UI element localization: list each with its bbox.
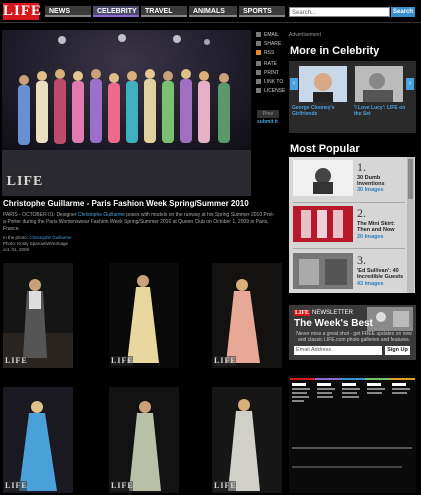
carousel-next-button[interactable]: › (406, 78, 414, 90)
rss-icon (256, 50, 261, 56)
share-print-label: PRINT (264, 70, 279, 76)
star-icon (256, 61, 261, 67)
thumbnail-1[interactable]: LIFE (3, 263, 73, 368)
footer-column-3 (342, 383, 364, 441)
signup-button[interactable]: Sign Up (385, 346, 410, 355)
share-rss[interactable]: RSS (256, 49, 274, 58)
divider (293, 248, 405, 249)
desc-text-1: PARIS - OCTOBER 01: Designer (3, 212, 78, 218)
most-popular-title: Most Popular (290, 143, 360, 155)
thumbnail-watermark: LIFE (5, 356, 28, 366)
share-icon (256, 41, 261, 47)
thumbnail-6[interactable]: LIFE (212, 387, 282, 493)
footer-column-1 (292, 383, 314, 441)
popular-title: The Mini Skirt: Then and Now (357, 221, 395, 233)
footer-column-5 (392, 383, 414, 441)
newsletter-image (367, 307, 413, 331)
share-rate-label: RATE (264, 61, 277, 67)
popular-item-2[interactable]: 2. The Mini Skirt: Then and Now 20 Image… (293, 206, 405, 244)
in-photo-label: In the photo: (3, 235, 30, 240)
license-icon (256, 88, 261, 94)
more-in-celebrity-title: More in Celebrity (290, 45, 380, 57)
popular-rank: 1. (357, 160, 366, 174)
share-link[interactable]: LINK TO (256, 78, 283, 87)
photo-date: oct. 01, 2009 (3, 247, 30, 252)
share-share-label: SHARE (264, 41, 282, 47)
share-email-label: EMAIL (264, 32, 280, 38)
in-photo-line: In the photo: Christophe Guillarme (3, 235, 72, 240)
footer-column-2 (317, 383, 339, 441)
thumbnail-watermark: LIFE (214, 481, 237, 491)
link-icon (256, 79, 261, 85)
more-thumb-1[interactable] (299, 66, 347, 102)
more-caption-2[interactable]: 'I Love Lucy': LIFE on the Set (354, 105, 414, 117)
newsletter-logo: LIFE (294, 310, 311, 316)
popular-count: 30 Images (357, 187, 384, 193)
prev-button[interactable]: Prev (257, 110, 279, 118)
nav-tab-travel[interactable]: TRAVEL (141, 6, 187, 17)
photo-credit: Photo: Kristy Sparow/WireImage (3, 241, 69, 246)
thumbnail-watermark: LIFE (5, 481, 28, 491)
photo-description: PARIS - OCTOBER 01: Designer Christophe … (3, 212, 278, 233)
thumbnail-watermark: LIFE (111, 356, 134, 366)
email-icon (256, 32, 261, 38)
share-link-label: LINK TO (264, 79, 284, 85)
share-print[interactable]: PRINT (256, 69, 279, 78)
photo-title: Christophe Guillarme - Paris Fashion Wee… (3, 199, 249, 208)
advertisement-label: Advertisement (289, 32, 321, 38)
popular-count: 43 Images (357, 281, 384, 287)
thumbnail-3[interactable]: LIFE (212, 263, 282, 368)
search-input[interactable]: Search... (289, 7, 390, 17)
footer-colorbar (290, 378, 415, 380)
nav-tab-celebrity[interactable]: CELEBRITY (93, 6, 139, 17)
nav-tab-news[interactable]: NEWS (45, 6, 91, 17)
submit-link[interactable]: submit it (257, 119, 278, 125)
share-license[interactable]: LICENSE (256, 87, 285, 96)
thumbnail-2[interactable]: LIFE (109, 263, 179, 368)
footer-legal-line (292, 447, 412, 449)
popular-title: 'Ed Sullivan': 40 Incredible Guests (357, 268, 404, 280)
thumbnail-watermark: LIFE (214, 356, 237, 366)
share-rate[interactable]: RATE (256, 60, 277, 69)
nav-tab-sports[interactable]: SPORTS (239, 6, 285, 17)
thumbnail-5[interactable]: LIFE (109, 387, 179, 493)
more-caption-1[interactable]: George Clooney's Girlfriends (292, 105, 352, 117)
search-button[interactable]: Search (391, 7, 415, 17)
carousel-prev-button[interactable]: ‹ (290, 78, 298, 90)
footer-column-4 (367, 383, 389, 441)
share-rss-label: RSS (264, 50, 275, 56)
header-divider (0, 22, 421, 23)
share-email[interactable]: EMAIL (256, 31, 279, 40)
thumbnail-4[interactable]: LIFE (3, 387, 73, 493)
thumbnail-watermark: LIFE (111, 481, 134, 491)
share-share[interactable]: SHARE (256, 40, 281, 49)
designer-link[interactable]: Christophe Guillarme (78, 212, 125, 218)
popular-item-1[interactable]: 1. 30 Dumb Inventions 30 Images (293, 160, 405, 198)
divider (293, 202, 405, 203)
email-field[interactable]: Email Address (294, 346, 382, 355)
popular-rank: 2. (357, 206, 366, 220)
newsletter-headline: The Week's Best (294, 318, 373, 329)
popular-title: 30 Dumb Inventions (357, 175, 385, 187)
life-logo[interactable]: LIFE (3, 3, 41, 20)
more-thumb-2[interactable] (355, 66, 403, 102)
photo-watermark: LIFE (6, 173, 44, 191)
popular-count: 20 Images (357, 234, 384, 240)
popular-rank: 3. (357, 253, 366, 267)
footer-copyright-line (292, 466, 402, 468)
main-photo[interactable]: LIFE (2, 30, 251, 196)
newsletter-description: Never miss a great shot - get FREE updat… (296, 331, 412, 343)
in-photo-link[interactable]: Christophe Guillarme (29, 235, 71, 240)
scrollbar-thumb[interactable] (408, 159, 413, 199)
print-icon (256, 70, 261, 76)
newsletter-label: NEWSLETTER (312, 310, 354, 316)
popular-item-3[interactable]: 3. 'Ed Sullivan': 40 Incredible Guests 4… (293, 253, 405, 291)
share-license-label: LICENSE (264, 88, 286, 94)
nav-tab-animals[interactable]: ANIMALS (189, 6, 237, 17)
